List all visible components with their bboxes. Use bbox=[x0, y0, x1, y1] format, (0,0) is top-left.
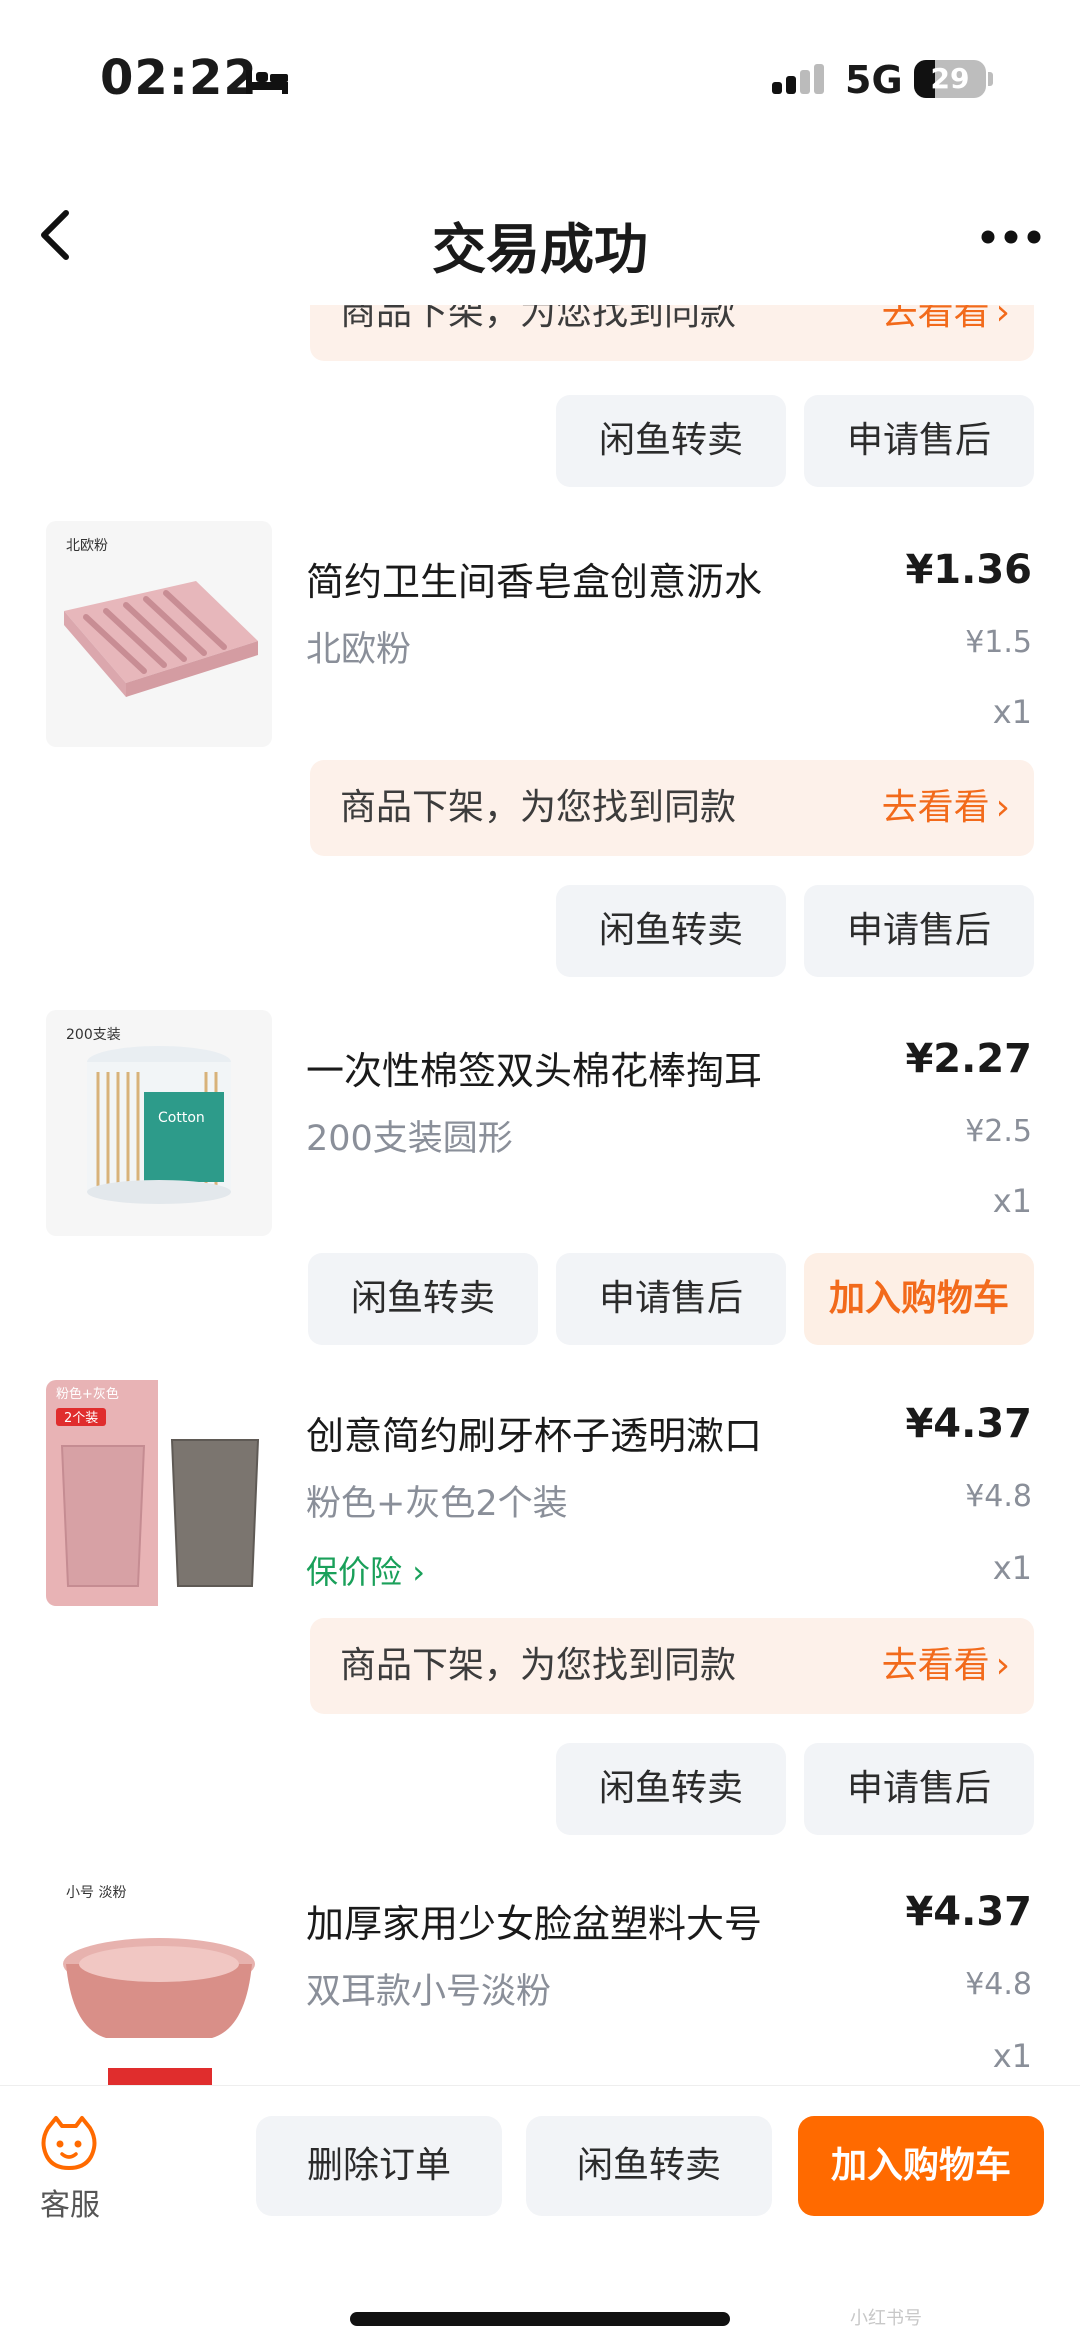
notice-bar[interactable]: 商品下架，为您找到同款 去看看 › bbox=[310, 305, 1034, 361]
product-qty: x1 bbox=[992, 693, 1032, 731]
resell-button[interactable]: 闲鱼转卖 bbox=[556, 1743, 786, 1835]
product-title[interactable]: 简约卫生间香皂盒创意沥水 bbox=[306, 551, 762, 606]
svg-text:2个装: 2个装 bbox=[64, 1411, 98, 1426]
status-bar: 02:22 5G 29 bbox=[0, 0, 1080, 150]
price-insurance-link[interactable]: 保价险 › bbox=[306, 1547, 425, 1593]
product-price: ¥1.36 bbox=[905, 547, 1032, 593]
notice-bar[interactable]: 商品下架，为您找到同款 去看看 › bbox=[310, 1618, 1034, 1714]
customer-service-icon bbox=[41, 2116, 97, 2170]
product-original-price: ¥2.5 bbox=[965, 1114, 1032, 1149]
status-time: 02:22 bbox=[100, 50, 258, 106]
product-image[interactable]: 粉色+灰色 2个装 bbox=[46, 1380, 272, 1606]
signal-icon bbox=[772, 64, 824, 94]
resell-button[interactable]: 闲鱼转卖 bbox=[308, 1253, 538, 1345]
product-price: ¥4.37 bbox=[905, 1889, 1032, 1935]
notice-link[interactable]: 去看看 › bbox=[882, 1618, 1010, 1714]
add-to-cart-button[interactable]: 加入购物车 bbox=[804, 1253, 1034, 1345]
product-qty: x1 bbox=[992, 1549, 1032, 1587]
delete-order-button[interactable]: 删除订单 bbox=[256, 2116, 502, 2216]
nav-bar: 交易成功 bbox=[0, 185, 1080, 295]
after-sale-button[interactable]: 申请售后 bbox=[556, 1253, 786, 1345]
product-title[interactable]: 加厚家用少女脸盆塑料大号 bbox=[306, 1893, 762, 1948]
notice-link[interactable]: 去看看 › bbox=[882, 305, 1010, 361]
product-original-price: ¥4.8 bbox=[965, 1479, 1032, 1514]
notice-link[interactable]: 去看看 › bbox=[882, 760, 1010, 856]
notice-text: 商品下架，为您找到同款 bbox=[340, 1645, 737, 1686]
more-icon[interactable] bbox=[980, 229, 1042, 245]
product-spec: 双耳款小号淡粉 bbox=[306, 1972, 552, 2012]
after-sale-button[interactable]: 申请售后 bbox=[804, 1743, 1034, 1835]
network-label: 5G bbox=[845, 58, 903, 102]
notice-text: 商品下架，为您找到同款 bbox=[340, 305, 737, 333]
product-image[interactable]: 北欧粉 bbox=[46, 521, 272, 747]
after-sale-button[interactable]: 申请售后 bbox=[804, 395, 1034, 487]
product-qty: x1 bbox=[992, 1182, 1032, 1220]
svg-text:Cotton: Cotton bbox=[158, 1110, 205, 1126]
bottom-action-bar: 客服 删除订单 闲鱼转卖 加入购物车 小红书号 bbox=[0, 2085, 1080, 2339]
product-image[interactable]: 200支装 Cotton bbox=[46, 1010, 272, 1236]
page-title: 交易成功 bbox=[432, 218, 648, 281]
home-indicator[interactable] bbox=[350, 2312, 730, 2326]
product-title[interactable]: 创意简约刷牙杯子透明漱口 bbox=[306, 1405, 762, 1460]
product-original-price: ¥4.8 bbox=[965, 1967, 1032, 2002]
notice-text: 商品下架，为您找到同款 bbox=[340, 787, 737, 828]
product-title[interactable]: 一次性棉签双头棉花棒掏耳 bbox=[306, 1040, 762, 1095]
resell-button[interactable]: 闲鱼转卖 bbox=[556, 395, 786, 487]
after-sale-button[interactable]: 申请售后 bbox=[804, 885, 1034, 977]
svg-text:粉色+灰色: 粉色+灰色 bbox=[56, 1386, 119, 1402]
product-qty: x1 bbox=[992, 2037, 1032, 2075]
product-spec: 北欧粉 bbox=[306, 630, 412, 670]
product-image[interactable]: 小号 淡粉 bbox=[46, 1868, 272, 2085]
bed-icon bbox=[246, 70, 288, 94]
product-original-price: ¥1.5 bbox=[965, 625, 1032, 660]
notice-bar[interactable]: 商品下架，为您找到同款 去看看 › bbox=[310, 760, 1034, 856]
watermark: 小红书号 bbox=[850, 2308, 922, 2329]
battery-icon: 29 bbox=[914, 60, 986, 98]
resell-button[interactable]: 闲鱼转卖 bbox=[556, 885, 786, 977]
product-spec: 200支装圆形 bbox=[306, 1119, 513, 1159]
add-to-cart-button[interactable]: 加入购物车 bbox=[798, 2116, 1044, 2216]
resell-button[interactable]: 闲鱼转卖 bbox=[526, 2116, 772, 2216]
product-price: ¥2.27 bbox=[905, 1036, 1032, 1082]
product-price: ¥4.37 bbox=[905, 1401, 1032, 1447]
product-spec: 粉色+灰色2个装 bbox=[306, 1484, 568, 1524]
order-content: 商品下架，为您找到同款 去看看 › 闲鱼转卖 申请售后 北欧粉 简约卫生间香皂盒创… bbox=[0, 305, 1080, 2085]
customer-service-button[interactable]: 客服 bbox=[28, 2114, 112, 2224]
